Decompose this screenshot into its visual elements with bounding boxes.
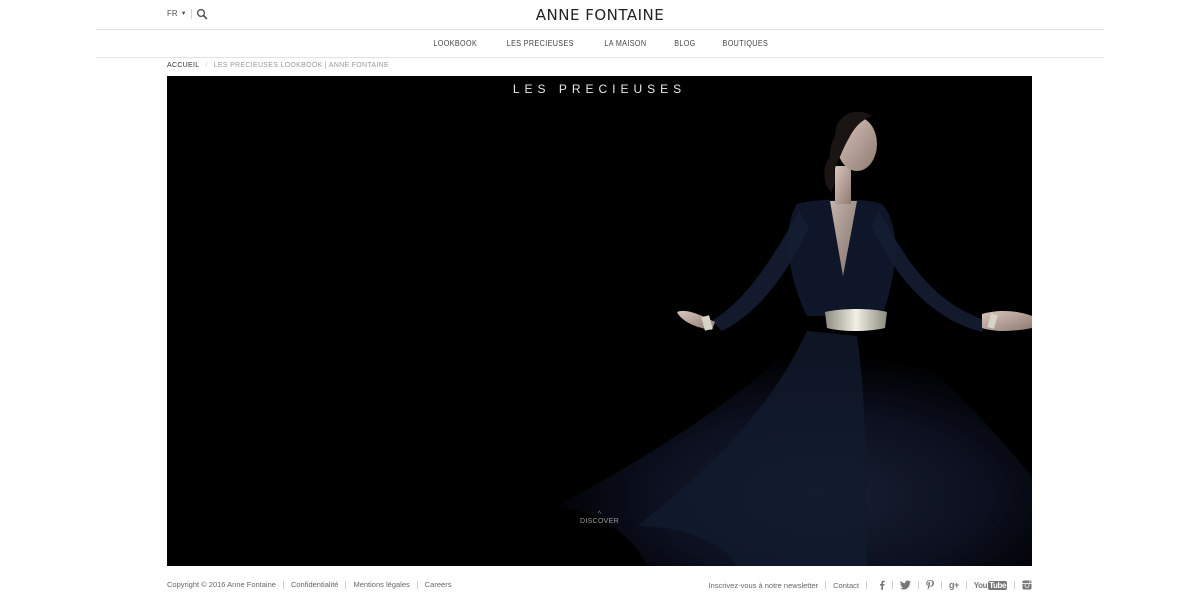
breadcrumb-current: LES PRECIEUSES LOOKBOOK | ANNE FONTAINE <box>213 62 389 69</box>
divider <box>416 580 418 589</box>
divider <box>825 581 827 589</box>
nav-item-boutiques[interactable]: BOUTIQUES <box>723 39 769 48</box>
facebook-icon[interactable] <box>879 580 885 590</box>
footer-link-confidentialite[interactable]: Confidentialité <box>291 580 339 589</box>
youtube-icon[interactable]: You Tube <box>974 580 1007 590</box>
footer-right: Inscrivez-vous à notre newsletter Contac… <box>708 580 1032 590</box>
hero-title: LES PRECIEUSES <box>512 82 687 96</box>
top-bar: FR ▼ ANNE FONTAINE <box>96 0 1104 30</box>
discover-button[interactable]: ^ DISCOVER <box>167 511 1032 525</box>
breadcrumb: ACCUEIL / LES PRECIEUSES LOOKBOOK | ANNE… <box>167 62 389 69</box>
footer-link-careers[interactable]: Careers <box>425 580 452 589</box>
main-nav: LOOKBOOK LES PRECIEUSES LA MAISON BLOG B… <box>96 30 1104 58</box>
divider <box>345 580 347 589</box>
divider <box>1014 581 1015 589</box>
divider <box>865 581 867 589</box>
breadcrumb-home[interactable]: ACCUEIL <box>167 62 199 69</box>
pinterest-icon[interactable] <box>926 580 934 590</box>
google-plus-icon[interactable]: g+ <box>949 580 959 590</box>
divider <box>282 580 284 589</box>
hero-image-model <box>557 111 1032 566</box>
divider <box>917 581 919 589</box>
nav-item-blog[interactable]: BLOG <box>674 39 695 48</box>
footer-link-mentions-legales[interactable]: Mentions légales <box>353 580 409 589</box>
footer-left: Copyright © 2016 Anne Fontaine Confident… <box>167 580 451 589</box>
copyright-text: Copyright © 2016 Anne Fontaine <box>167 580 276 589</box>
twitter-icon[interactable] <box>899 580 911 590</box>
hero-banner: LES PRECIEUSES ^ DISCOVER <box>167 76 1032 566</box>
newsletter-link[interactable]: Inscrivez-vous à notre newsletter <box>708 581 818 590</box>
nav-item-les-precieuses[interactable]: LES PRECIEUSES <box>507 39 574 48</box>
brand-logo[interactable]: ANNE FONTAINE <box>96 6 1104 24</box>
divider <box>891 581 893 589</box>
contact-link[interactable]: Contact <box>833 581 859 590</box>
nav-item-lookbook[interactable]: LOOKBOOK <box>433 39 477 48</box>
nav-item-la-maison[interactable]: LA MAISON <box>604 39 646 48</box>
divider <box>940 581 942 589</box>
instagram-icon[interactable] <box>1022 580 1032 590</box>
divider <box>965 581 967 589</box>
discover-label: DISCOVER <box>580 518 619 525</box>
footer: Copyright © 2016 Anne Fontaine Confident… <box>167 580 1032 592</box>
breadcrumb-separator: / <box>205 62 208 69</box>
